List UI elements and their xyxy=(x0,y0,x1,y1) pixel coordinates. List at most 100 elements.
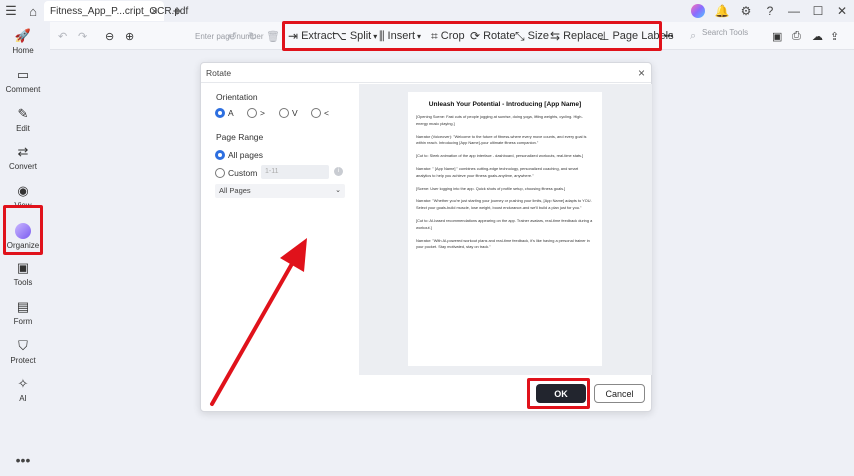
crop-button[interactable]: ⌗ Crop xyxy=(431,28,465,44)
radio-unchecked-icon xyxy=(247,108,257,118)
close-tab-icon[interactable]: × xyxy=(151,4,158,18)
sidebar-item-label: Comment xyxy=(5,85,41,94)
zoom-out-icon[interactable]: ⊖ xyxy=(105,28,114,44)
split-label: Split xyxy=(349,30,372,42)
sidebar-item-label: Home xyxy=(12,46,34,55)
preview-page: Unleash Your Potential - Introducing [Ap… xyxy=(408,92,602,366)
preview-page-title: Unleash Your Potential - Introducing [Ap… xyxy=(428,101,582,108)
preview-paragraph: [Cut to: AI-based recommendations appear… xyxy=(416,217,593,230)
radio-checked-icon xyxy=(215,108,225,118)
sidebar-item-home[interactable]: 🚀 Home xyxy=(0,24,46,60)
share-icon[interactable]: ⇪ xyxy=(830,28,839,44)
minimize-icon[interactable]: — xyxy=(782,4,806,18)
orientation-option-left[interactable]: < xyxy=(311,108,329,118)
size-button[interactable]: ⤡ Size xyxy=(515,28,549,44)
ok-button[interactable]: OK xyxy=(536,384,586,403)
sidebar-item-view[interactable]: ◉ View xyxy=(0,179,46,215)
help-icon[interactable]: ? xyxy=(758,4,782,18)
sidebar-item-edit[interactable]: ✎ Edit xyxy=(0,102,46,138)
split-button[interactable]: ⌥ Split ▾ xyxy=(333,28,377,44)
sidebar-item-ai[interactable]: ✧ AI xyxy=(0,372,46,408)
radio-checked-icon xyxy=(215,150,225,160)
dialog-title: Rotate xyxy=(206,67,232,78)
delete-page-icon[interactable]: 🗑 xyxy=(266,28,280,44)
redo-icon[interactable]: ↷ xyxy=(78,28,87,44)
gear-icon[interactable]: ⚙ xyxy=(734,4,758,18)
dialog-close-icon[interactable]: × xyxy=(638,66,645,80)
rotate-right-icon[interactable]: ↻ xyxy=(248,28,257,44)
rotate-label: Rotate xyxy=(483,30,516,42)
hamburger-menu-icon[interactable]: ☰ xyxy=(0,0,22,22)
window-controls: 🔔 ⚙ ? — ☐ ✕ xyxy=(686,0,854,22)
form-icon: ▤ xyxy=(16,299,30,314)
orientation-option-up[interactable]: A xyxy=(215,108,234,118)
rotate-button[interactable]: ⟳ Rotate xyxy=(470,28,515,44)
cloud-upload-icon[interactable]: ☁ xyxy=(812,28,823,44)
page-labels-button[interactable]: ⊥ Page Labels xyxy=(599,28,674,44)
print-icon[interactable]: ⎙ xyxy=(792,28,801,44)
extract-label: Extract xyxy=(301,30,336,42)
organize-icon xyxy=(15,222,31,239)
sidebar-item-label: Organize xyxy=(6,240,40,250)
rocket-icon: 🚀 xyxy=(14,28,32,43)
search-tools-input[interactable]: Search Tools xyxy=(702,28,748,37)
sidebar-item-convert[interactable]: ⇄ Convert xyxy=(0,140,46,176)
orientation-label: Orientation xyxy=(216,92,258,102)
sidebar-item-label: AI xyxy=(19,394,27,403)
crop-icon: ⌗ xyxy=(431,28,438,43)
rotate-left-icon[interactable]: ↺ xyxy=(228,28,237,44)
title-bar: ☰ ⌂ Fitness_App_P...cript_OCR.pdf × + 🔔 … xyxy=(0,0,854,22)
ai-wand-icon: ✧ xyxy=(17,376,29,391)
new-tab-button[interactable]: + xyxy=(168,1,186,21)
page-range-label: Page Range xyxy=(216,132,264,142)
left-sidebar: 🚀 Home ▭ Comment ✎ Edit ⇄ Convert ◉ View… xyxy=(0,22,46,476)
dialog-header: Rotate × xyxy=(201,63,651,83)
orientation-option-label: A xyxy=(228,108,234,118)
avatar[interactable] xyxy=(691,4,705,18)
undo-icon[interactable]: ↶ xyxy=(58,28,67,44)
page-preview-area: Unleash Your Potential - Introducing [Ap… xyxy=(359,84,652,375)
sidebar-more-button[interactable]: ••• xyxy=(0,452,46,468)
replace-button[interactable]: ⇆ Replace xyxy=(550,28,603,44)
eye-icon: ◉ xyxy=(17,183,29,198)
sidebar-item-tools[interactable]: ▣ Tools xyxy=(0,256,46,292)
chevron-down-icon: ▾ xyxy=(417,31,422,41)
sidebar-item-label: Edit xyxy=(16,124,30,133)
maximize-icon[interactable]: ☐ xyxy=(806,4,830,18)
custom-radio[interactable]: Custom xyxy=(215,168,257,178)
preview-paragraph: Narrator (Voiceover): "Welcome to the fu… xyxy=(416,133,587,146)
orientation-option-right[interactable]: > xyxy=(247,108,265,118)
zoom-in-icon[interactable]: ⊕ xyxy=(125,28,134,44)
comment-icon: ▭ xyxy=(16,67,30,82)
sidebar-item-comment[interactable]: ▭ Comment xyxy=(0,63,46,99)
home-icon[interactable]: ⌂ xyxy=(22,0,44,22)
save-icon[interactable]: ▣ xyxy=(772,28,782,44)
edit-icon: ✎ xyxy=(17,106,29,121)
all-pages-label: All pages xyxy=(228,150,263,160)
document-tab[interactable]: Fitness_App_P...cript_OCR.pdf × xyxy=(44,1,188,21)
cancel-button[interactable]: Cancel xyxy=(594,384,645,403)
more-tools-button[interactable]: ••• xyxy=(664,28,673,44)
chevron-down-icon: ▾ xyxy=(373,31,378,41)
bell-icon[interactable]: 🔔 xyxy=(710,4,734,18)
sidebar-item-form[interactable]: ▤ Form xyxy=(0,295,46,331)
sidebar-item-organize[interactable]: Organize xyxy=(0,218,46,254)
extract-button[interactable]: ⇥ Extract xyxy=(288,28,335,44)
preview-paragraph: [Opening Scene: Fast cuts of people jogg… xyxy=(416,114,583,126)
window-close-icon[interactable]: ✕ xyxy=(830,4,854,18)
page-subset-select[interactable]: All Pages ⌄ xyxy=(215,184,345,198)
replace-icon: ⇆ xyxy=(550,29,561,43)
sidebar-item-protect[interactable]: ⛉ Protect xyxy=(0,334,46,370)
sidebar-item-label: View xyxy=(14,201,32,210)
insert-button[interactable]: ⫼ Insert ▾ xyxy=(379,28,421,44)
preview-paragraph: Narrator: " [App Name] " combines cuttin… xyxy=(416,165,579,178)
rotate-dialog: Rotate × Orientation A > V < Page Range … xyxy=(200,62,652,412)
preview-paragraph: [Cut to: Sleek animation of the app inte… xyxy=(416,153,584,159)
orientation-option-down[interactable]: V xyxy=(279,108,298,118)
all-pages-radio[interactable]: All pages xyxy=(215,150,263,160)
orientation-option-label: V xyxy=(292,108,298,118)
shield-icon: ⛉ xyxy=(18,338,28,353)
crop-label: Crop xyxy=(440,30,465,42)
sidebar-item-label: Tools xyxy=(13,278,33,287)
custom-range-input[interactable]: 1-11 xyxy=(261,165,329,179)
